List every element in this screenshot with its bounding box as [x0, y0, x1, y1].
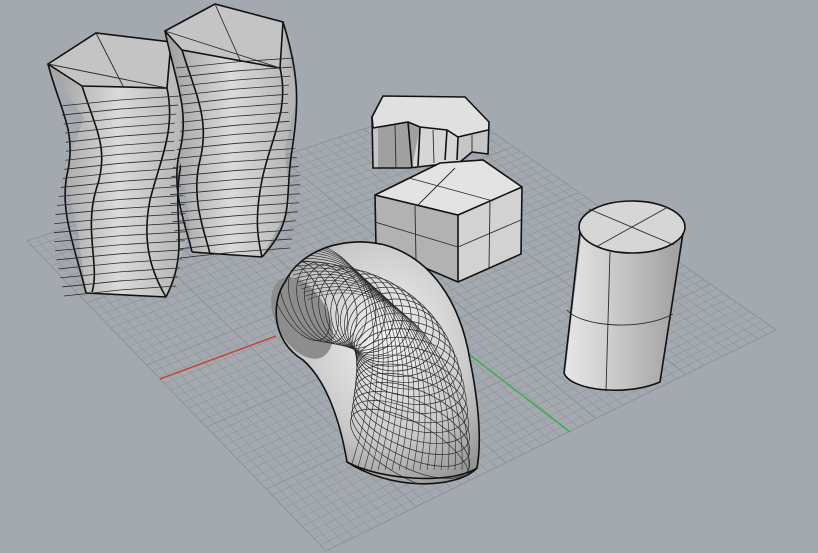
twisted-prism-right[interactable] [163, 3, 301, 259]
viewport-canvas[interactable] [0, 0, 818, 553]
x-axis-line [159, 335, 277, 380]
perspective-viewport[interactable] [0, 0, 818, 553]
twisted-prism-left[interactable] [46, 32, 188, 298]
notched-prism[interactable] [371, 95, 490, 169]
cylinder[interactable] [563, 200, 686, 392]
